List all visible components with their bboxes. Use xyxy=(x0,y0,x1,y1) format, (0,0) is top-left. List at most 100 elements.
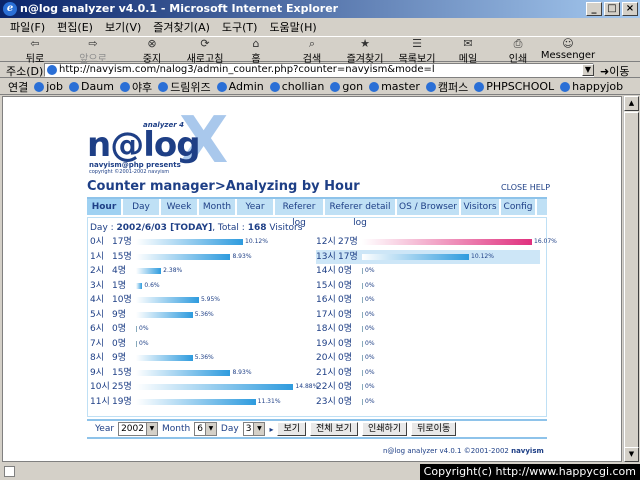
hour-bar xyxy=(136,282,143,289)
hour-row: 10시 25명 14.88% xyxy=(90,380,318,394)
back-button[interactable]: 뒤로이동 xyxy=(411,422,457,436)
vertical-scrollbar[interactable]: ▲ ▼ xyxy=(623,96,639,462)
hour-bar xyxy=(362,384,363,390)
menu-view[interactable]: 보기(V) xyxy=(105,19,141,35)
hour-label: 3시 xyxy=(90,280,105,291)
browser-window: e n@log analyzer v4.0.1 - Microsoft Inte… xyxy=(0,0,640,480)
tab-bar: Hour Day Week Month Year Referer log Referer d… xyxy=(87,199,547,228)
toolbar-button-2[interactable]: ⊗ 중지 xyxy=(130,37,174,66)
menu-edit[interactable]: 편집(E) xyxy=(57,19,93,35)
link-page-icon xyxy=(425,81,436,92)
link-page-icon xyxy=(34,81,45,92)
month-label: Month xyxy=(161,424,191,434)
toolbar-button-7[interactable]: ☰ 목록보기 xyxy=(392,37,442,66)
link-item[interactable]: Admin xyxy=(216,80,264,93)
percent-label: 0% xyxy=(365,368,375,376)
logo-copyright: copyright ©2001-2002 navyism xyxy=(89,169,170,175)
link-item[interactable]: Daum xyxy=(69,80,114,93)
close-help-link[interactable]: CLOSE HELP xyxy=(501,183,550,192)
scroll-down-icon[interactable]: ▼ xyxy=(624,447,639,462)
address-dropdown-button[interactable]: ▼ xyxy=(582,64,594,76)
toolbar-button-5[interactable]: ⌕ 검색 xyxy=(292,37,332,66)
toolbar-button-9[interactable]: ⎙ 인쇄 xyxy=(500,37,536,66)
tab-referer-detail-log[interactable]: Referer detail log xyxy=(325,199,397,228)
hour-label: 21시 xyxy=(316,367,336,378)
stop-icon: ⊗ xyxy=(147,37,157,50)
hour-bar xyxy=(362,282,363,289)
hour-row: 8시 9명 5.36% xyxy=(90,351,314,365)
all-view-button[interactable]: 전체 보기 xyxy=(310,422,358,436)
percent-label: 0% xyxy=(139,339,149,347)
hour-label: 10시 xyxy=(90,382,110,392)
address-input[interactable]: http://navyism.com/nalog3/admin_counter.… xyxy=(44,63,594,77)
link-item[interactable]: 캠퍼스 xyxy=(425,79,468,95)
tab-year[interactable]: Year xyxy=(237,199,275,215)
tab-referer-log[interactable]: Referer log xyxy=(275,199,325,228)
hour-label: 1시 xyxy=(90,251,105,262)
day-summary: Day : 2002/6/03 [TODAY], Total : 168 Vis… xyxy=(90,223,303,233)
view-button[interactable]: 보기 xyxy=(277,422,307,436)
year-select[interactable]: 2002 ▼ xyxy=(118,422,158,436)
toolbar-button-6[interactable]: ★ 즐겨찾기 xyxy=(340,37,390,66)
visitor-count: 0명 xyxy=(338,367,353,378)
close-button[interactable]: × xyxy=(622,2,638,16)
links-bar: 연결 job Daum 야후 드림위즈 Admin chollian gon master 캠퍼… xyxy=(0,79,640,95)
toolbar-button-1[interactable]: ⇨ 앞으로 xyxy=(70,37,116,66)
maximize-button[interactable]: □ xyxy=(604,2,620,16)
minimize-button[interactable]: _ xyxy=(586,2,602,16)
visitor-count: 17명 xyxy=(112,237,132,247)
menu-bar: 파일(F) 편집(E) 보기(V) 즐겨찾기(A) 도구(T) 도움말(H) xyxy=(0,18,640,36)
page-footer: n@log analyzer v4.0.1 ©2001-2002 navyism xyxy=(383,447,544,455)
visitor-count: 19명 xyxy=(112,396,132,407)
month-select[interactable]: 6 ▼ xyxy=(194,422,217,436)
link-item[interactable]: happyjob xyxy=(560,80,623,93)
link-item[interactable]: 야후 xyxy=(119,79,152,95)
print-button[interactable]: 인쇄하기 xyxy=(362,422,408,436)
visitor-count: 0명 xyxy=(338,338,353,349)
link-item[interactable]: chollian xyxy=(269,80,324,93)
tab-month[interactable]: Month xyxy=(199,199,237,215)
percent-label: 5.36% xyxy=(194,354,214,361)
hour-row: 11시 19명 11.31% xyxy=(90,395,314,409)
toolbar-button-8[interactable]: ✉ 메일 xyxy=(450,37,486,66)
menu-help[interactable]: 도움말(H) xyxy=(269,19,316,35)
link-page-icon xyxy=(369,81,380,92)
link-item[interactable]: gon xyxy=(330,80,363,93)
toolbar-button-3[interactable]: ⟳ 새로고침 xyxy=(180,37,230,66)
hour-label: 16시 xyxy=(316,295,336,305)
menu-file[interactable]: 파일(F) xyxy=(10,19,45,35)
link-item[interactable]: 드림위즈 xyxy=(158,79,211,95)
toolbar: ⇦ 뒤로 ⇨ 앞으로 ⊗ 중지 ⟳ 새로고침 ⌂ 홈 ⌕ 검색 ★ 즐겨찾기 ☰ 목록보기 ✉ 메일 ⎙ 인쇄 ☺ Mes… xyxy=(0,36,640,66)
day-select[interactable]: 3 ▼ xyxy=(242,422,266,436)
tab-hour[interactable]: Hour xyxy=(87,199,123,215)
visitor-count: 9명 xyxy=(112,309,127,320)
page-title: Counter manager>Analyzing by Hour xyxy=(87,179,360,194)
tab-visitors[interactable]: Visitors xyxy=(461,199,501,215)
hour-bar xyxy=(362,398,363,405)
links-label: 연결 xyxy=(8,80,29,94)
tab-day[interactable]: Day xyxy=(123,199,161,215)
toolbar-button-0[interactable]: ⇦ 뒤로 xyxy=(12,37,58,66)
hour-bar xyxy=(136,384,294,390)
toolbar-button-10[interactable]: ☺ Messenger xyxy=(540,37,596,63)
hour-bar xyxy=(136,268,162,274)
menu-tools[interactable]: 도구(T) xyxy=(222,19,258,35)
go-button[interactable]: ➜이동 xyxy=(600,63,629,79)
tab-week[interactable]: Week xyxy=(161,199,199,215)
scroll-up-icon[interactable]: ▲ xyxy=(624,96,639,111)
link-item[interactable]: master xyxy=(369,80,420,93)
address-bar: 주소(D) http://navyism.com/nalog3/admin_co… xyxy=(0,62,640,78)
hour-label: 18시 xyxy=(316,324,336,334)
link-item[interactable]: PHPSCHOOL xyxy=(474,80,554,93)
menu-favorites[interactable]: 즐겨찾기(A) xyxy=(153,19,210,35)
date-controls: Year 2002 ▼ Month 6 ▼ Day 3 ▼ ▸ 보기 전체 보기 인쇄… xyxy=(87,419,547,439)
hour-row: 15시 0명 0% xyxy=(316,279,540,293)
tab-os-browser[interactable]: OS / Browser xyxy=(397,199,461,215)
hour-bar xyxy=(362,326,363,332)
tab-config[interactable]: Config xyxy=(501,199,537,215)
scroll-thumb[interactable] xyxy=(624,112,639,448)
percent-label: 0% xyxy=(365,310,375,318)
link-item[interactable]: job xyxy=(34,80,63,93)
toolbar-button-4[interactable]: ⌂ 홈 xyxy=(238,37,274,66)
percent-label: 0% xyxy=(365,325,375,332)
